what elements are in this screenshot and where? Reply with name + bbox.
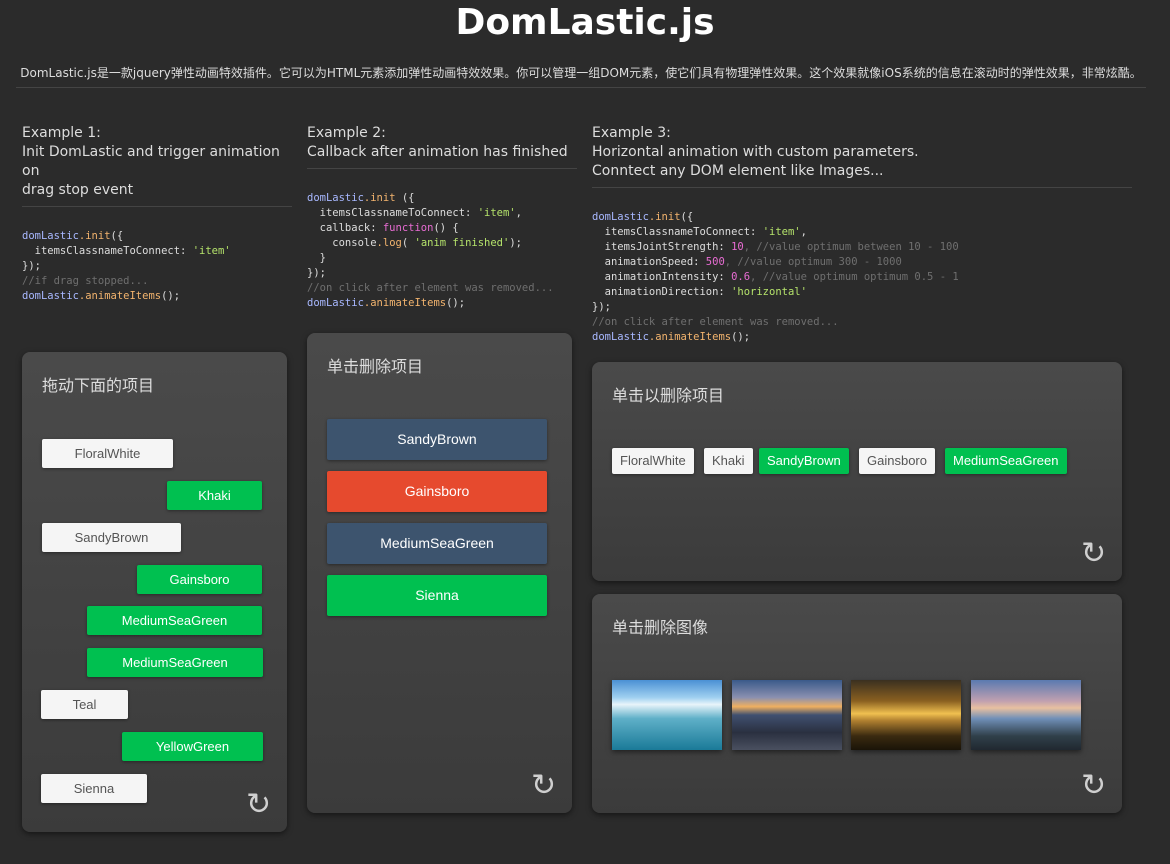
drag-item[interactable]: Teal	[41, 690, 128, 719]
refresh-icon[interactable]: ↻	[1081, 539, 1106, 569]
drag-item[interactable]: MediumSeaGreen	[87, 606, 262, 635]
drag-item[interactable]: MediumSeaGreen	[87, 648, 263, 677]
example3-panel1-title: 单击以删除项目	[612, 386, 725, 405]
example1-heading-line2: Init DomLastic and trigger animation on	[22, 144, 280, 179]
example3-code: domLastic.init({ itemsClassnameToConnect…	[592, 211, 959, 343]
example1-heading: Example 1: Init DomLastic and trigger an…	[22, 124, 292, 207]
rocky-shore-sunset-image[interactable]	[732, 680, 842, 750]
remove-item-button[interactable]: SandyBrown	[327, 419, 547, 460]
remove-item-button[interactable]: Gainsboro	[327, 471, 547, 512]
example2-heading-line2: Callback after animation has finished	[307, 144, 568, 160]
example3-heading-line1: Example 3:	[592, 125, 671, 141]
refresh-icon[interactable]: ↻	[1081, 771, 1106, 801]
page-title: DomLastic.js	[455, 2, 715, 43]
remove-item-button[interactable]: MediumSeaGreen	[327, 523, 547, 564]
horizontal-item[interactable]: MediumSeaGreen	[945, 448, 1067, 474]
refresh-icon[interactable]: ↻	[531, 771, 556, 801]
example1-code: domLastic.init({ itemsClassnameToConnect…	[22, 230, 231, 302]
example1-heading-line1: Example 1:	[22, 125, 101, 141]
refresh-icon[interactable]: ↻	[246, 790, 271, 820]
example2-click-panel: 单击删除项目 SandyBrown Gainsboro MediumSeaGre…	[307, 333, 572, 813]
example3-heading: Example 3: Horizontal animation with cus…	[592, 124, 1132, 188]
page-description: DomLastic.js是一款jquery弹性动画特效插件。它可以为HTML元素…	[16, 64, 1146, 88]
example3-panel2-title: 单击删除图像	[612, 618, 709, 637]
remove-item-button[interactable]: Sienna	[327, 575, 547, 616]
drag-item[interactable]: FloralWhite	[42, 439, 173, 468]
horizontal-item[interactable]: FloralWhite	[612, 448, 694, 474]
example3-column: Example 3: Horizontal animation with cus…	[592, 124, 1132, 345]
drag-item[interactable]: Gainsboro	[137, 565, 262, 594]
horizontal-item[interactable]: Gainsboro	[859, 448, 935, 474]
horizontal-item[interactable]: Khaki	[704, 448, 753, 474]
coastal-rocks-image[interactable]	[971, 680, 1081, 750]
drag-item[interactable]: YellowGreen	[122, 732, 263, 761]
example3-heading-line3: Conntect any DOM element like Images...	[592, 163, 884, 179]
golden-sunset-image[interactable]	[851, 680, 961, 750]
horizontal-item[interactable]: SandyBrown	[759, 448, 849, 474]
example1-drag-panel: 拖动下面的项目 FloralWhite Khaki SandyBrown Gai…	[22, 352, 287, 832]
mountain-lake-image[interactable]	[612, 680, 722, 750]
example2-heading-line1: Example 2:	[307, 125, 386, 141]
example3-heading-line2: Horizontal animation with custom paramet…	[592, 144, 919, 160]
example1-column: Example 1: Init DomLastic and trigger an…	[22, 124, 292, 304]
example1-heading-line3: drag stop event	[22, 182, 134, 198]
example3-images-panel: 单击删除图像 ↻	[592, 594, 1122, 813]
example2-column: Example 2: Callback after animation has …	[307, 124, 577, 311]
example2-panel-title: 单击删除项目	[327, 357, 424, 376]
example2-heading: Example 2: Callback after animation has …	[307, 124, 577, 169]
drag-item[interactable]: Sienna	[41, 774, 147, 803]
drag-item[interactable]: Khaki	[167, 481, 262, 510]
drag-item[interactable]: SandyBrown	[42, 523, 181, 552]
example2-code: domLastic.init ({ itemsClassnameToConnec…	[307, 192, 554, 309]
example1-panel-title: 拖动下面的项目	[42, 376, 155, 395]
example3-items-panel: 单击以删除项目 FloralWhite Khaki SandyBrown Gai…	[592, 362, 1122, 581]
